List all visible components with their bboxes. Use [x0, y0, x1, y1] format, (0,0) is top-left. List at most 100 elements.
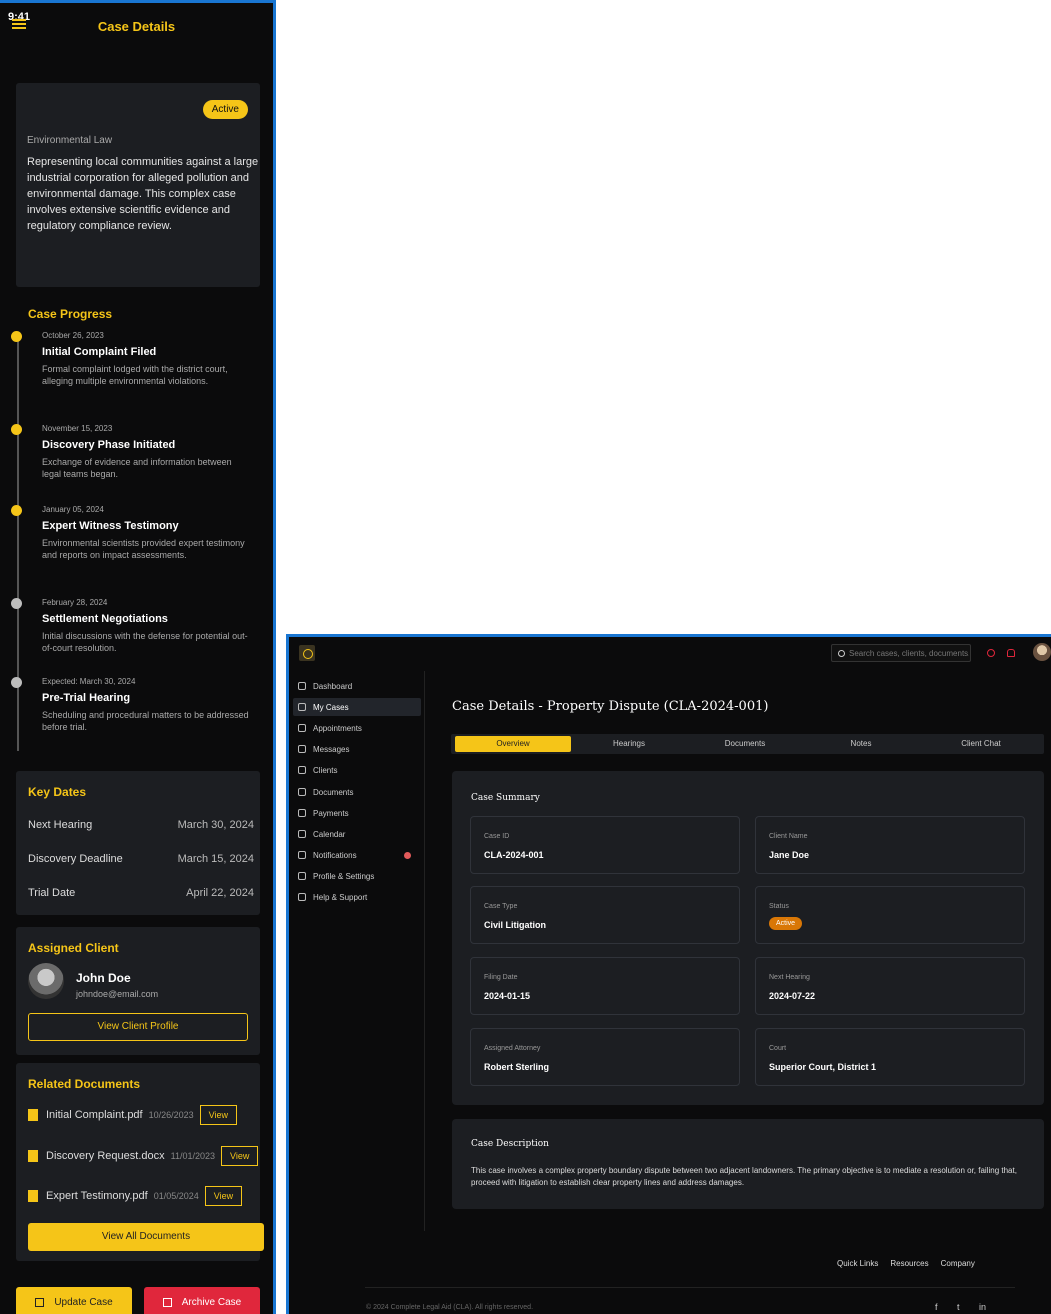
facebook-icon[interactable]: f — [935, 1302, 938, 1312]
key-date-label: Discovery Deadline — [28, 853, 123, 865]
timeline-title: Settlement Negotiations — [42, 613, 168, 625]
folder-icon — [298, 788, 306, 796]
field-filing-date: Filing Date 2024-01-15 — [470, 957, 740, 1015]
sidebar-item-notifications[interactable]: Notifications — [293, 846, 421, 864]
avatar[interactable] — [1033, 643, 1051, 661]
field-assigned-attorney: Assigned Attorney Robert Sterling — [470, 1028, 740, 1086]
footer-link-resources[interactable]: Resources — [890, 1259, 928, 1268]
footer-link-quick-links[interactable]: Quick Links — [837, 1259, 878, 1268]
file-icon — [28, 1109, 38, 1121]
sidebar-item-calendar[interactable]: Calendar — [293, 825, 421, 843]
tab-notes[interactable]: Notes — [807, 734, 915, 754]
document-name: Initial Complaint.pdf — [46, 1109, 143, 1121]
sidebar-item-label: Appointments — [313, 723, 362, 733]
logo-icon[interactable] — [299, 645, 315, 661]
search-input[interactable] — [849, 648, 969, 658]
document-date: 01/05/2024 — [153, 1191, 199, 1201]
sidebar-item-dashboard[interactable]: Dashboard — [293, 677, 421, 695]
timeline-text: Formal complaint lodged with the distric… — [42, 364, 228, 386]
assigned-client-card: Assigned Client John Doe johndoe@email.c… — [16, 927, 260, 1055]
document-row: Expert Testimony.pdf 01/05/2024 View — [28, 1185, 243, 1207]
timeline-line — [17, 339, 19, 751]
document-name: Discovery Request.docx — [46, 1150, 165, 1162]
key-date-label: Next Hearing — [28, 819, 93, 831]
sidebar: Dashboard My Cases Appointments Messages… — [289, 671, 425, 1231]
key-date-label: Trial Date — [28, 887, 76, 899]
document-name: Expert Testimony.pdf — [46, 1190, 148, 1202]
sidebar-item-help-support[interactable]: Help & Support — [293, 888, 421, 906]
desktop-screen: Dashboard My Cases Appointments Messages… — [286, 634, 1051, 1314]
view-client-profile-button[interactable]: View Client Profile — [28, 1013, 248, 1041]
sidebar-item-label: Calendar — [313, 829, 346, 839]
archive-case-button[interactable]: Archive Case — [144, 1287, 260, 1314]
view-document-button[interactable]: View — [199, 1105, 238, 1125]
file-icon — [28, 1150, 38, 1162]
timeline-dot-icon — [11, 505, 22, 516]
tab-overview[interactable]: Overview — [455, 736, 571, 752]
tab-documents[interactable]: Documents — [691, 734, 799, 754]
users-icon — [298, 766, 306, 774]
field-court: Court Superior Court, District 1 — [755, 1028, 1025, 1086]
sidebar-item-messages[interactable]: Messages — [293, 740, 421, 758]
tab-bar: Overview Hearings Documents Notes Client… — [451, 734, 1044, 754]
sidebar-item-profile-settings[interactable]: Profile & Settings — [293, 867, 421, 885]
view-all-documents-button[interactable]: View All Documents — [28, 1223, 264, 1251]
search-icon[interactable] — [987, 649, 995, 657]
bell-icon[interactable] — [1007, 649, 1015, 657]
field-value: CLA-2024-001 — [484, 850, 544, 860]
field-label: Assigned Attorney — [484, 1045, 541, 1052]
notification-dot — [404, 851, 411, 859]
client-email: johndoe@email.com — [76, 989, 159, 999]
update-case-button[interactable]: Update Case — [16, 1287, 132, 1314]
gear-icon — [298, 872, 306, 880]
timeline-title: Initial Complaint Filed — [42, 346, 157, 358]
key-date-value: March 15, 2024 — [177, 853, 254, 865]
twitter-icon[interactable]: t — [957, 1302, 960, 1312]
timeline-item: February 28, 2024 Settlement Negotiation… — [11, 598, 248, 654]
timeline-item: January 05, 2024 Expert Witness Testimon… — [11, 505, 245, 561]
timeline-date: October 26, 2023 — [42, 331, 104, 340]
bell-icon — [298, 851, 306, 859]
sidebar-item-label: Messages — [313, 744, 350, 754]
field-status: Status Active — [755, 886, 1025, 944]
timeline-date: January 05, 2024 — [42, 505, 104, 514]
sidebar-item-my-cases[interactable]: My Cases — [293, 698, 421, 716]
tab-hearings[interactable]: Hearings — [575, 734, 683, 754]
footer-link-company[interactable]: Company — [941, 1259, 975, 1268]
sidebar-item-label: Notifications — [313, 850, 357, 860]
status-badge: Active — [202, 100, 248, 119]
field-label: Case Type — [484, 903, 518, 910]
copyright-text: © 2024 Complete Legal Aid (CLA). All rig… — [366, 1304, 534, 1311]
calendar-check-icon — [298, 724, 306, 732]
assigned-client-title: Assigned Client — [28, 941, 119, 955]
sidebar-item-clients[interactable]: Clients — [293, 761, 421, 779]
document-row: Initial Complaint.pdf 10/26/2023 View — [28, 1104, 238, 1126]
archive-icon — [162, 1297, 172, 1307]
field-value: 2024-01-15 — [484, 991, 531, 1001]
page-title: Case Details — [97, 19, 176, 34]
tab-client-chat[interactable]: Client Chat — [923, 734, 1039, 754]
search-box[interactable] — [831, 644, 971, 662]
sidebar-item-payments[interactable]: Payments — [293, 804, 421, 822]
case-description-card: Case Description This case involves a co… — [452, 1119, 1044, 1209]
key-date-row: Trial Date April 22, 2024 — [28, 887, 254, 899]
gauge-icon — [298, 682, 306, 690]
timeline-dot-icon — [11, 677, 22, 688]
case-description-title: Case Description — [471, 1139, 549, 1149]
timeline-item: October 26, 2023 Initial Complaint Filed… — [11, 331, 244, 387]
sidebar-item-documents[interactable]: Documents — [293, 783, 421, 801]
lifebuoy-icon — [298, 893, 306, 901]
linkedin-icon[interactable]: in — [979, 1302, 986, 1312]
timeline-date: November 15, 2023 — [42, 424, 113, 433]
card-icon — [298, 809, 306, 817]
view-document-button[interactable]: View — [204, 1186, 243, 1206]
field-label: Client Name — [769, 833, 808, 840]
sidebar-item-appointments[interactable]: Appointments — [293, 719, 421, 737]
view-document-button[interactable]: View — [221, 1146, 259, 1166]
search-icon — [838, 649, 845, 657]
field-case-type: Case Type Civil Litigation — [470, 886, 740, 944]
key-dates-title: Key Dates — [28, 785, 87, 799]
calendar-icon — [298, 830, 306, 838]
mobile-screen: 9:41 Case Details Active Environmental L… — [0, 0, 276, 1314]
key-date-row: Discovery Deadline March 15, 2024 — [28, 853, 254, 865]
